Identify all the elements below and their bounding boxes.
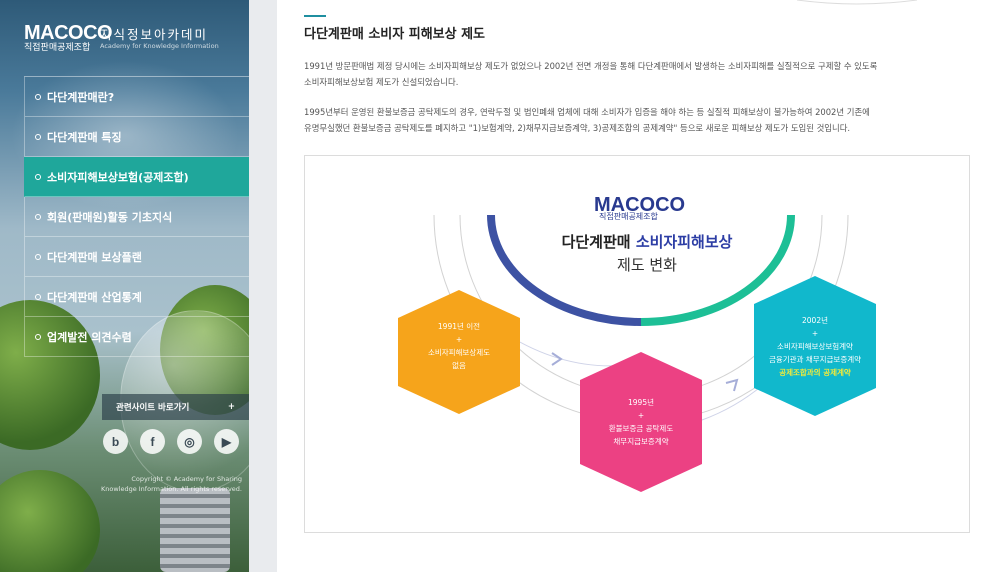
hex-line: 소비자피해보상제도 [427,348,491,357]
sidebar-item-features[interactable]: 다단계판매 특징 [24,117,249,157]
hex-line: 소비자피해보상보험계약 [777,342,853,351]
related-sites-label: 관련사이트 바로가기 [116,403,190,413]
academy-title: 지식정보아카데미 [100,27,209,42]
hexagon-1995-text: 1995년 + 환불보증금 공탁제도 채무지급보증계약 [580,396,702,448]
sidebar-item-compensation-plan[interactable]: 다단계판매 보상플랜 [24,237,249,277]
bullet-icon [35,333,41,340]
sidebar-item-label: 소비자피해보상보험(공제조합) [47,170,189,184]
logo-mark: MACOCO [24,22,113,44]
sidebar-item-industry-stats[interactable]: 다단계판매 산업통계 [24,277,249,317]
related-sites-button[interactable]: 관련사이트 바로가기 + [102,394,249,420]
copyright: Copyright © Academy for Sharing Knowledg… [92,474,242,494]
bullet-icon [35,293,41,300]
hex-line: 채무지급보증계약 [613,437,669,446]
diagram-logo-subtitle: 직접판매공제조합 [599,212,658,221]
plus-icon: + [227,402,235,412]
site-logo[interactable]: MACOCO 직접판매공제조합 [24,22,113,53]
main-content: 다단계판매 소비자 피해보상 제도 1991년 방문판매법 제정 당시에는 소비… [277,0,988,572]
hex-plus: + [455,335,463,344]
hexagon-2002-text: 2002년 + 소비자피해보상보험계약 금융기관과 채무지급보증계약 공제조합과… [750,314,880,379]
sidebar-item-label: 다단계판매 특징 [47,130,122,144]
bullet-icon [35,213,41,220]
bullet-icon [35,173,41,180]
social-links: b f ◎ ▶ [103,429,239,454]
hex-year: 2002년 [802,316,828,325]
logo-subtitle: 직접판매공제조합 [24,43,91,53]
hex-year: 1995년 [628,398,654,407]
sidebar-item-label: 다단계판매란? [47,90,115,104]
chevron-up-right-icon [725,378,739,392]
hexagon-1991-text: 1991년 이전 + 소비자피해보상제도 없음 [404,320,514,372]
sidebar-item-feedback[interactable]: 업계발전 의견수렴 [24,317,249,357]
hex-year: 1991년 이전 [437,322,481,331]
tree-bottom-left [0,470,100,572]
sidebar-item-member-basics[interactable]: 회원(판매원)활동 기초지식 [24,197,249,237]
bullet-icon [35,93,41,100]
diagram-title: 다단계판매 소비자피해보상 [527,231,767,252]
hex-plus: + [811,329,819,338]
blog-icon[interactable]: b [103,429,128,454]
copyright-line2: Knowledge Information. All rights reserv… [100,485,242,493]
hex-plus: + [637,411,645,420]
lightbulb-base [160,488,230,572]
youtube-icon[interactable]: ▶ [214,429,239,454]
diagram-title-accent: 소비자피해보상 [635,233,733,251]
chevron-right-icon [551,352,563,366]
facebook-icon[interactable]: f [140,429,165,454]
sidebar-item-label: 다단계판매 산업통계 [47,290,142,304]
bullet-icon [35,133,41,140]
diagram-subtitle: 제도 변화 [617,256,677,274]
sidebar-item-consumer-insurance[interactable]: 소비자피해보상보험(공제조합) [24,157,249,197]
sidebar-item-label: 다단계판매 보상플랜 [47,250,142,264]
hex-line: 환불보증금 공탁제도 [608,424,674,433]
sidebar-item-label: 회원(판매원)활동 기초지식 [47,210,173,224]
diagram-title-plain: 다단계판매 [561,233,636,251]
hex-line: 금융기관과 채무지급보증계약 [768,355,862,364]
sidebar-item-label: 업계발전 의견수렴 [47,330,132,344]
hex-line: 없음 [452,361,466,370]
sidebar-menu: 다단계판매란? 다단계판매 특징 소비자피해보상보험(공제조합) 회원(판매원)… [24,76,249,357]
diagram-graphics [398,214,876,492]
instagram-icon[interactable]: ◎ [177,429,202,454]
bullet-icon [35,253,41,260]
copyright-line1: Copyright © Academy for Sharing [131,475,242,483]
sidebar: MACOCO 직접판매공제조합 지식정보아카데미 Academy for Kno… [0,0,249,572]
hex-highlight-line: 공제조합과의 공제계약 [779,368,851,377]
sidebar-item-what-is-mlm[interactable]: 다단계판매란? [24,77,249,117]
academy-title-en: Academy for Knowledge Information [100,42,219,50]
